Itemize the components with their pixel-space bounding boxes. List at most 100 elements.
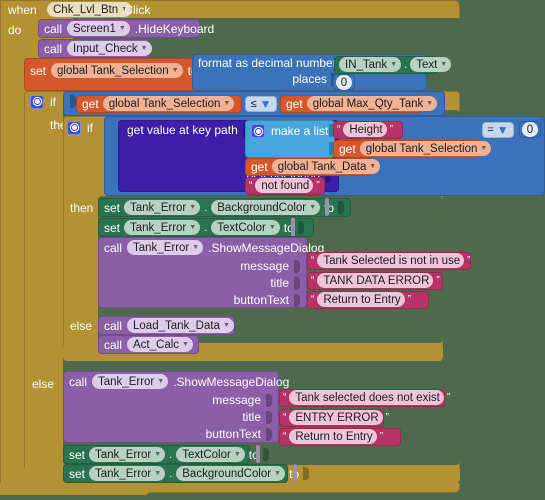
tank-data-field[interactable]: global Tank_Data ▼ xyxy=(271,159,381,174)
places-number-block[interactable]: 0 xyxy=(333,74,355,90)
tank-error-component-field[interactable]: Tank_Error ▼ xyxy=(89,466,166,481)
outer-if-mutator[interactable]: if xyxy=(30,93,56,110)
chevron-down-icon[interactable]: ▼ xyxy=(154,451,161,458)
tank-selection-list-field[interactable]: global Tank_Selection ▼ xyxy=(359,141,492,156)
in-tank-component-field[interactable]: IN_Tank ▼ xyxy=(339,57,402,72)
tank-error-component-field[interactable]: Tank_Error ▼ xyxy=(89,447,166,462)
get-tank-selection-left-block[interactable]: get global Tank_Selection ▼ xyxy=(76,95,242,113)
when-label: when xyxy=(8,3,37,17)
in-tank-text-getter-block[interactable]: IN_Tank ▼ . Text ▼ xyxy=(334,56,452,74)
chevron-down-icon[interactable]: ▼ xyxy=(369,163,376,170)
else-title-text-field[interactable]: ENTRY ERROR xyxy=(289,410,383,425)
chevron-down-icon[interactable]: ▼ xyxy=(426,100,433,107)
max-qty-tank-field[interactable]: global Max_Qty_Tank ▼ xyxy=(306,96,438,111)
chevron-down-icon[interactable]: ▼ xyxy=(234,451,241,458)
tank-error-dialog-component-field[interactable]: Tank_Error ▼ xyxy=(92,374,169,389)
tank-selection-variable-field[interactable]: global Tank_Selection ▼ xyxy=(51,63,183,78)
gear-icon[interactable] xyxy=(251,124,265,138)
then-buttontext-text-block[interactable]: “ Return to Entry ” xyxy=(307,291,429,309)
text-color-property-field[interactable]: TextColor ▼ xyxy=(176,447,245,462)
else-buttontext-text-block[interactable]: “ Return to Entry ” xyxy=(279,428,401,446)
call-input-check-block[interactable]: call Input_Check ▼ xyxy=(38,39,152,58)
gear-icon[interactable] xyxy=(67,120,81,135)
color-swatch-white[interactable] xyxy=(291,218,295,236)
do-label: do xyxy=(8,23,22,37)
chevron-down-icon[interactable]: ▼ xyxy=(274,470,281,477)
color-socket xyxy=(303,467,310,480)
chevron-down-icon[interactable]: ▼ xyxy=(119,25,126,32)
inner-if-compare-number-field[interactable]: 0 xyxy=(521,122,539,137)
get-max-qty-tank-block[interactable]: get global Max_Qty_Tank ▼ xyxy=(280,95,438,113)
color-swatch-magenta[interactable] xyxy=(256,445,260,463)
chevron-down-icon[interactable]: ▼ xyxy=(440,61,447,68)
title-socket xyxy=(266,410,272,424)
chevron-down-icon[interactable]: ▼ xyxy=(497,123,509,137)
chevron-down-icon[interactable]: ▼ xyxy=(172,67,179,74)
get-tank-selection-list-item-block[interactable]: get global Tank_Selection ▼ xyxy=(333,140,492,158)
set-tank-error-bgcolor-red-block[interactable]: set Tank_Error ▼ . BackgroundColor ▼ to xyxy=(98,198,351,217)
chevron-down-icon[interactable]: ▼ xyxy=(192,244,199,251)
chevron-down-icon[interactable]: ▼ xyxy=(154,470,161,477)
chevron-down-icon[interactable]: ▼ xyxy=(269,224,276,231)
blocks-canvas[interactable]: when Chk_Lvl_Btn ▼ .Click do call Screen… xyxy=(0,0,545,500)
color-swatch-black[interactable] xyxy=(293,464,297,482)
chevron-down-icon[interactable]: ▼ xyxy=(390,61,397,68)
tank-selection-get-field[interactable]: global Tank_Selection ▼ xyxy=(102,96,235,111)
in-tank-property-field[interactable]: Text ▼ xyxy=(410,57,452,72)
else-title-text-block[interactable]: “ ENTRY ERROR ” xyxy=(279,409,389,427)
event-component-field[interactable]: Chk_Lvl_Btn ▼ xyxy=(47,1,133,18)
call-act-calc-block[interactable]: call Act_Calc ▼ xyxy=(98,335,199,354)
then-message-text-block[interactable]: “ Tank Selected is not in use ” xyxy=(307,252,471,270)
call-hide-keyboard-block[interactable]: call Screen1 ▼ .HideKeyboard xyxy=(38,19,214,38)
tank-error-component-field[interactable]: Tank_Error ▼ xyxy=(124,220,201,235)
else-message-text-block[interactable]: “ Tank selected does not exist ” xyxy=(279,389,450,407)
then-title-text-field[interactable]: TANK DATA ERROR xyxy=(317,273,434,288)
hide-keyboard-component-field[interactable]: Screen1 ▼ xyxy=(67,21,130,36)
chevron-down-icon[interactable]: ▼ xyxy=(223,322,230,329)
outer-if-operator-block[interactable]: ≤ ▼ xyxy=(245,96,277,112)
height-text-block[interactable]: “ Height ” xyxy=(333,121,403,139)
inner-if-compare-number-block[interactable]: 0 xyxy=(519,121,541,138)
else-buttontext-text-field[interactable]: Return to Entry xyxy=(289,429,377,444)
load-tank-data-procedure-field[interactable]: Load_Tank_Data ▼ xyxy=(127,318,234,333)
background-color-property-field[interactable]: BackgroundColor ▼ xyxy=(211,200,321,215)
call-show-message-dialog-then-block[interactable]: call Tank_Error ▼ .ShowMessageDialog mes… xyxy=(98,237,324,308)
make-a-list-header[interactable]: make a list xyxy=(251,123,328,139)
set-tank-error-bgcolor-black-block[interactable]: set Tank_Error ▼ . BackgroundColor ▼ to xyxy=(63,464,310,483)
chevron-down-icon[interactable]: ▼ xyxy=(260,97,272,111)
not-found-text-block[interactable]: “ not found ” xyxy=(245,177,325,195)
chevron-down-icon[interactable]: ▼ xyxy=(480,145,487,152)
chevron-down-icon[interactable]: ▼ xyxy=(157,378,164,385)
places-number-field[interactable]: 0 xyxy=(335,75,353,90)
call-show-message-dialog-else-block[interactable]: call Tank_Error ▼ .ShowMessageDialog mes… xyxy=(63,371,289,443)
set-tank-error-textcolor-magenta-block[interactable]: set Tank_Error ▼ . TextColor ▼ to xyxy=(63,445,269,464)
tank-error-dialog-component-field[interactable]: Tank_Error ▼ xyxy=(127,240,204,255)
tank-error-component-field[interactable]: Tank_Error ▼ xyxy=(124,200,201,215)
message-socket xyxy=(294,259,300,273)
buttontext-socket xyxy=(266,427,272,441)
chevron-down-icon[interactable]: ▼ xyxy=(189,224,196,231)
chevron-down-icon[interactable]: ▼ xyxy=(309,204,316,211)
inner-if-operator-block[interactable]: = ▼ xyxy=(482,122,514,138)
chevron-down-icon[interactable]: ▼ xyxy=(182,341,189,348)
get-tank-data-block[interactable]: get global Tank_Data ▼ xyxy=(245,158,381,176)
chevron-down-icon[interactable]: ▼ xyxy=(189,204,196,211)
height-text-field[interactable]: Height xyxy=(343,122,387,137)
set-tank-error-textcolor-white-block[interactable]: set Tank_Error ▼ . TextColor ▼ to xyxy=(98,218,314,237)
else-message-text-field[interactable]: Tank selected does not exist xyxy=(289,390,444,405)
background-color-property-field[interactable]: BackgroundColor ▼ xyxy=(176,466,286,481)
chevron-down-icon[interactable]: ▼ xyxy=(141,45,148,52)
act-calc-procedure-field[interactable]: Act_Calc ▼ xyxy=(127,337,193,352)
call-load-tank-data-block[interactable]: call Load_Tank_Data ▼ xyxy=(98,316,235,335)
input-check-procedure-field[interactable]: Input_Check ▼ xyxy=(67,41,152,56)
chevron-down-icon[interactable]: ▼ xyxy=(223,100,230,107)
then-buttontext-text-field[interactable]: Return to Entry xyxy=(317,292,405,307)
text-color-property-field[interactable]: TextColor ▼ xyxy=(211,220,280,235)
inner-if-mutator[interactable]: if xyxy=(67,119,93,136)
not-found-text-field[interactable]: not found xyxy=(255,178,314,193)
gear-icon[interactable] xyxy=(30,94,44,109)
color-swatch-red[interactable] xyxy=(325,198,329,216)
title-socket xyxy=(294,276,300,290)
then-title-text-block[interactable]: “ TANK DATA ERROR ” xyxy=(307,272,443,290)
then-message-text-field[interactable]: Tank Selected is not in use xyxy=(317,253,465,268)
